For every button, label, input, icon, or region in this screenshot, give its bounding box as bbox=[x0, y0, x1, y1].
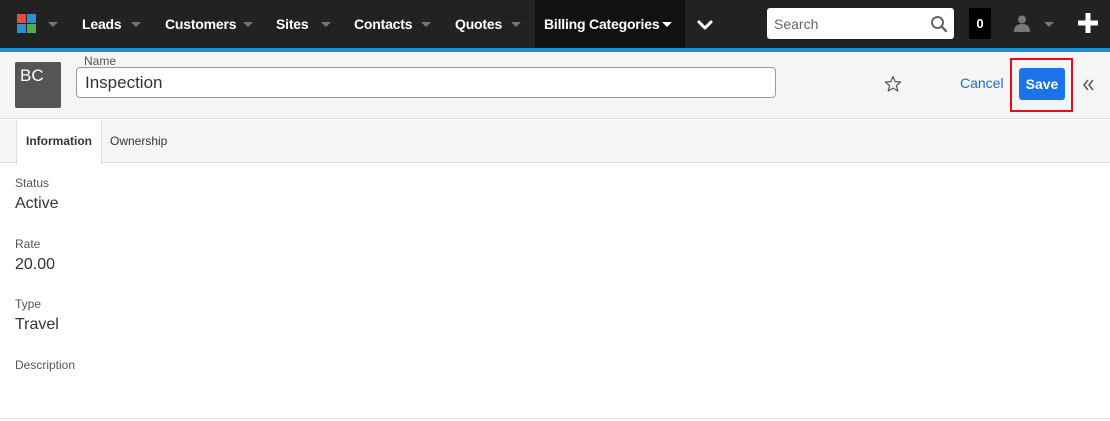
user-icon[interactable] bbox=[1014, 15, 1030, 32]
nav-item-contacts[interactable]: Contacts bbox=[354, 0, 412, 48]
record-header: BC Name Cancel Save bbox=[0, 52, 1110, 119]
top-navigation-bar: Leads Customers Sites Contacts Quotes Bi… bbox=[0, 0, 1110, 48]
tab-ownership[interactable]: Ownership bbox=[101, 120, 176, 163]
chevron-down-icon[interactable] bbox=[421, 22, 431, 27]
rate-label: Rate bbox=[15, 237, 41, 251]
nav-item-label: Billing Categories bbox=[544, 16, 660, 32]
nav-item-sites[interactable]: Sites bbox=[276, 0, 309, 48]
description-label: Description bbox=[15, 358, 76, 372]
search-icon[interactable] bbox=[930, 15, 948, 33]
type-value[interactable]: Travel bbox=[15, 316, 59, 334]
chevron-down-icon[interactable] bbox=[1044, 22, 1054, 27]
name-field-label: Name bbox=[84, 54, 117, 68]
status-value[interactable]: Active bbox=[15, 195, 59, 213]
divider bbox=[0, 418, 1110, 419]
double-chevron-left-icon[interactable] bbox=[1082, 78, 1096, 92]
notification-count-badge[interactable]: 0 bbox=[969, 8, 991, 39]
nav-item-customers[interactable]: Customers bbox=[165, 0, 237, 48]
cancel-button[interactable]: Cancel bbox=[960, 75, 1004, 91]
star-icon[interactable] bbox=[884, 75, 902, 93]
app-logo-icon[interactable] bbox=[17, 14, 37, 34]
record-tabs: Information Ownership bbox=[0, 120, 1110, 164]
chevron-down-icon[interactable] bbox=[321, 22, 331, 27]
nav-item-billing-categories[interactable]: Billing Categories bbox=[535, 0, 685, 48]
chevron-down-icon[interactable] bbox=[243, 22, 253, 27]
type-label: Type bbox=[15, 297, 42, 311]
plus-icon[interactable] bbox=[1078, 13, 1098, 33]
nav-item-quotes[interactable]: Quotes bbox=[455, 0, 502, 48]
search-input[interactable] bbox=[767, 8, 927, 39]
chevron-down-icon[interactable] bbox=[48, 22, 58, 27]
chevron-down-icon[interactable] bbox=[511, 22, 521, 27]
chevron-down-icon[interactable] bbox=[662, 22, 672, 27]
rate-value[interactable]: 20.00 bbox=[15, 256, 55, 274]
save-button[interactable]: Save bbox=[1019, 68, 1065, 100]
tab-information[interactable]: Information bbox=[16, 120, 102, 164]
status-label: Status bbox=[15, 176, 50, 190]
chevron-down-icon[interactable] bbox=[131, 22, 141, 27]
global-search[interactable] bbox=[767, 8, 954, 39]
name-input[interactable] bbox=[76, 67, 776, 98]
more-menu-chevron-icon[interactable] bbox=[696, 16, 714, 34]
nav-item-leads[interactable]: Leads bbox=[82, 0, 122, 48]
module-badge: BC bbox=[15, 62, 61, 108]
